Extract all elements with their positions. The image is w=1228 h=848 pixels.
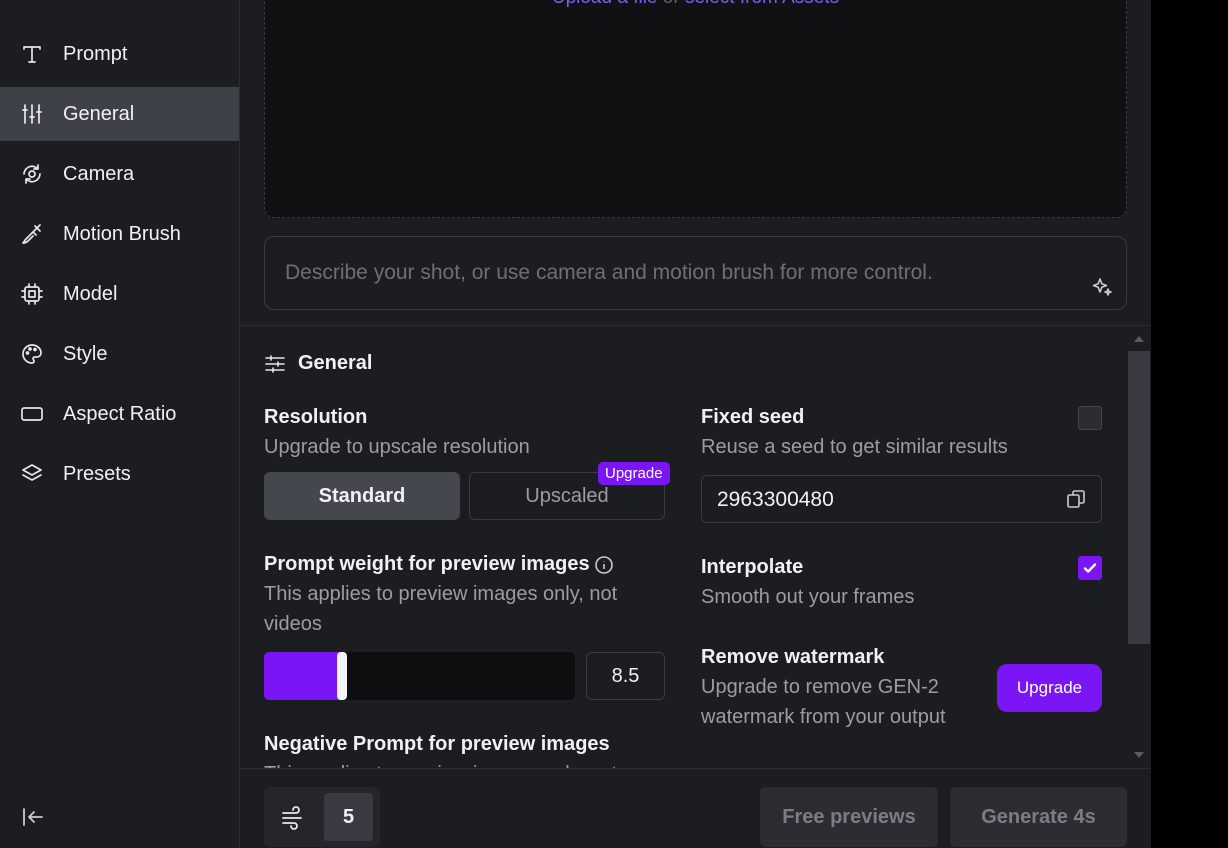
sidebar-item-motion-brush[interactable]: Motion Brush xyxy=(0,207,239,261)
sidebar-item-label: General xyxy=(63,102,135,125)
footer-bar: 5 Free previews Generate 4s xyxy=(240,769,1151,848)
main-panel: Upload a file or select from Assets Desc… xyxy=(240,0,1151,848)
sidebar-item-prompt[interactable]: Prompt xyxy=(0,27,239,81)
upload-dropzone[interactable]: Upload a file or select from Assets xyxy=(264,0,1127,218)
collapse-sidebar-button[interactable] xyxy=(20,804,46,830)
fixed-seed-checkbox[interactable] xyxy=(1078,406,1102,430)
upgrade-badge: Upgrade xyxy=(598,462,670,485)
sidebar-item-presets[interactable]: Presets xyxy=(0,447,239,501)
sidebar-item-label: Aspect Ratio xyxy=(63,402,177,425)
window-edge xyxy=(1151,0,1228,848)
sliders-icon xyxy=(20,102,44,126)
sidebar-item-label: Prompt xyxy=(63,42,128,65)
watermark-description: Upgrade to remove GEN-2 watermark from y… xyxy=(701,676,946,728)
interpolate-description: Smooth out your frames xyxy=(701,586,915,608)
chip-icon xyxy=(20,282,44,306)
text-icon xyxy=(20,42,44,66)
prompt-weight-value[interactable]: 8.5 xyxy=(586,652,665,700)
negative-prompt-description: This applies to preview images only, not xyxy=(264,759,617,768)
interpolate-checkbox[interactable] xyxy=(1078,556,1102,580)
scrollbar[interactable] xyxy=(1128,330,1150,768)
sidebar-item-aspect-ratio[interactable]: Aspect Ratio xyxy=(0,387,239,441)
resolution-label: Resolution xyxy=(264,406,368,428)
upload-or-text: or xyxy=(663,0,680,8)
watermark-label: Remove watermark xyxy=(701,646,885,668)
negative-prompt-label: Negative Prompt for preview images xyxy=(264,733,610,755)
scroll-thumb[interactable] xyxy=(1128,351,1150,644)
sidebar-item-label: Presets xyxy=(63,462,131,485)
prompt-weight-label: Prompt weight for preview images xyxy=(264,553,590,575)
section-title: General xyxy=(298,352,373,374)
collapse-left-icon xyxy=(23,808,43,826)
preview-count[interactable]: 5 xyxy=(324,793,373,841)
palette-icon xyxy=(20,342,44,366)
layers-icon xyxy=(20,462,44,486)
sidebar-item-general[interactable]: General xyxy=(0,87,239,141)
section-header: General xyxy=(264,352,372,375)
interpolate-label: Interpolate xyxy=(701,556,804,578)
fixed-seed-label: Fixed seed xyxy=(701,406,805,428)
upgrade-button[interactable]: Upgrade xyxy=(997,664,1102,712)
seed-value: 2963300480 xyxy=(717,488,834,511)
settings-sliders-icon xyxy=(265,354,285,373)
scroll-up-arrow-icon[interactable] xyxy=(1134,336,1144,342)
slider-fill xyxy=(264,652,344,700)
generate-button[interactable]: Generate 4s xyxy=(950,787,1127,847)
free-previews-button[interactable]: Free previews xyxy=(760,787,938,847)
upload-file-link[interactable]: Upload a file xyxy=(552,0,658,8)
rectangle-icon xyxy=(20,402,44,426)
preview-count-group: 5 xyxy=(264,787,380,847)
sidebar: Prompt General Camera Motion Brush Model… xyxy=(0,0,240,848)
prompt-input[interactable]: Describe your shot, or use camera and mo… xyxy=(264,236,1127,310)
sparkle-icon[interactable] xyxy=(1090,275,1114,299)
prompt-weight-slider[interactable] xyxy=(264,652,575,700)
copy-icon[interactable] xyxy=(1065,488,1087,510)
general-settings-panel: General Resolution Upgrade to upscale re… xyxy=(240,326,1130,768)
upload-prompt: Upload a file or select from Assets xyxy=(265,0,1126,9)
scroll-down-arrow-icon[interactable] xyxy=(1134,752,1144,758)
info-icon[interactable] xyxy=(594,555,614,575)
sidebar-item-label: Style xyxy=(63,342,108,365)
prompt-placeholder: Describe your shot, or use camera and mo… xyxy=(285,261,933,284)
seed-input[interactable]: 2963300480 xyxy=(701,475,1102,523)
prompt-weight-description: This applies to preview images only, not… xyxy=(264,583,618,635)
sidebar-item-label: Model xyxy=(63,282,118,305)
sidebar-item-style[interactable]: Style xyxy=(0,327,239,381)
sidebar-item-model[interactable]: Model xyxy=(0,267,239,321)
brush-icon xyxy=(20,222,44,246)
resolution-description: Upgrade to upscale resolution xyxy=(264,436,530,458)
sidebar-item-label: Motion Brush xyxy=(63,222,181,245)
fixed-seed-description: Reuse a seed to get similar results xyxy=(701,436,1008,458)
sidebar-item-label: Camera xyxy=(63,162,135,185)
resolution-standard-button[interactable]: Standard xyxy=(264,472,460,520)
checkmark-icon xyxy=(1083,563,1097,573)
sidebar-item-camera[interactable]: Camera xyxy=(0,147,239,201)
camera-orbit-icon xyxy=(20,162,44,186)
wind-icon[interactable] xyxy=(280,804,306,830)
select-assets-link[interactable]: select from Assets xyxy=(685,0,839,8)
slider-thumb[interactable] xyxy=(337,652,347,700)
